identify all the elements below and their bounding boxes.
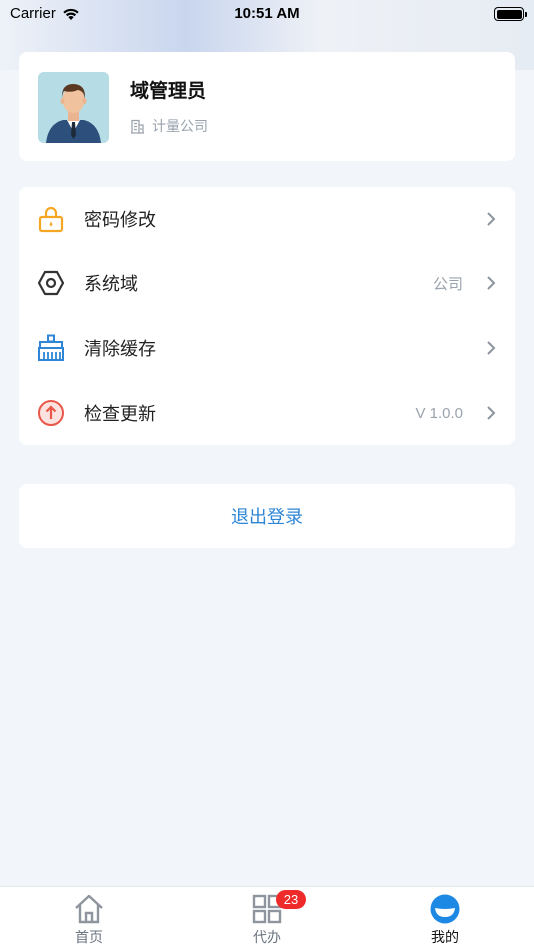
tab-label: 首页 [75,930,103,946]
building-icon [131,119,144,134]
menu-label: 清除缓存 [84,339,156,360]
menu-item-clear-cache[interactable]: 清除缓存 [19,316,515,380]
hexagon-nut-icon [37,270,65,296]
chevron-right-icon [487,212,496,226]
menu-value: 公司 [432,275,463,293]
logout-button[interactable]: 退出登录 [19,484,515,548]
company-row: 计量公司 [130,116,208,136]
menu-value: V 1.0.0 [415,404,463,422]
tab-home[interactable]: 首页 [39,887,139,950]
profile-icon [430,894,460,924]
chevron-right-icon [487,406,496,420]
tab-label: 代办 [253,930,281,946]
settings-menu: 密码修改 系统域 公司 清除缓存 检查更新 V 1.0.0 [19,187,515,445]
company-name: 计量公司 [152,119,208,135]
status-bar: Carrier 10:51 AM [0,0,534,28]
battery-icon [494,7,527,21]
home-icon [75,894,103,924]
chevron-right-icon [487,341,496,355]
menu-item-check-update[interactable]: 检查更新 V 1.0.0 [19,381,515,445]
menu-label: 检查更新 [84,404,156,425]
menu-label: 密码修改 [84,210,156,231]
broom-icon [38,334,64,361]
tab-bar: 首页 23 代办 我的 [0,886,534,950]
menu-label: 系统域 [84,274,138,295]
tab-profile[interactable]: 我的 [395,887,495,950]
menu-item-change-password[interactable]: 密码修改 [19,187,515,251]
tab-todo[interactable]: 23 代办 [217,887,317,950]
status-time: 10:51 AM [234,5,300,22]
tab-label: 我的 [431,930,459,946]
profile-name: 域管理员 [130,80,207,102]
lock-icon [38,206,64,233]
notification-badge: 23 [276,890,306,909]
menu-item-system-domain[interactable]: 系统域 公司 [19,251,515,315]
chevron-right-icon [487,276,496,290]
profile-card[interactable]: 域管理员 计量公司 [19,52,515,161]
upgrade-arrow-icon [38,400,64,426]
avatar[interactable] [38,72,109,143]
